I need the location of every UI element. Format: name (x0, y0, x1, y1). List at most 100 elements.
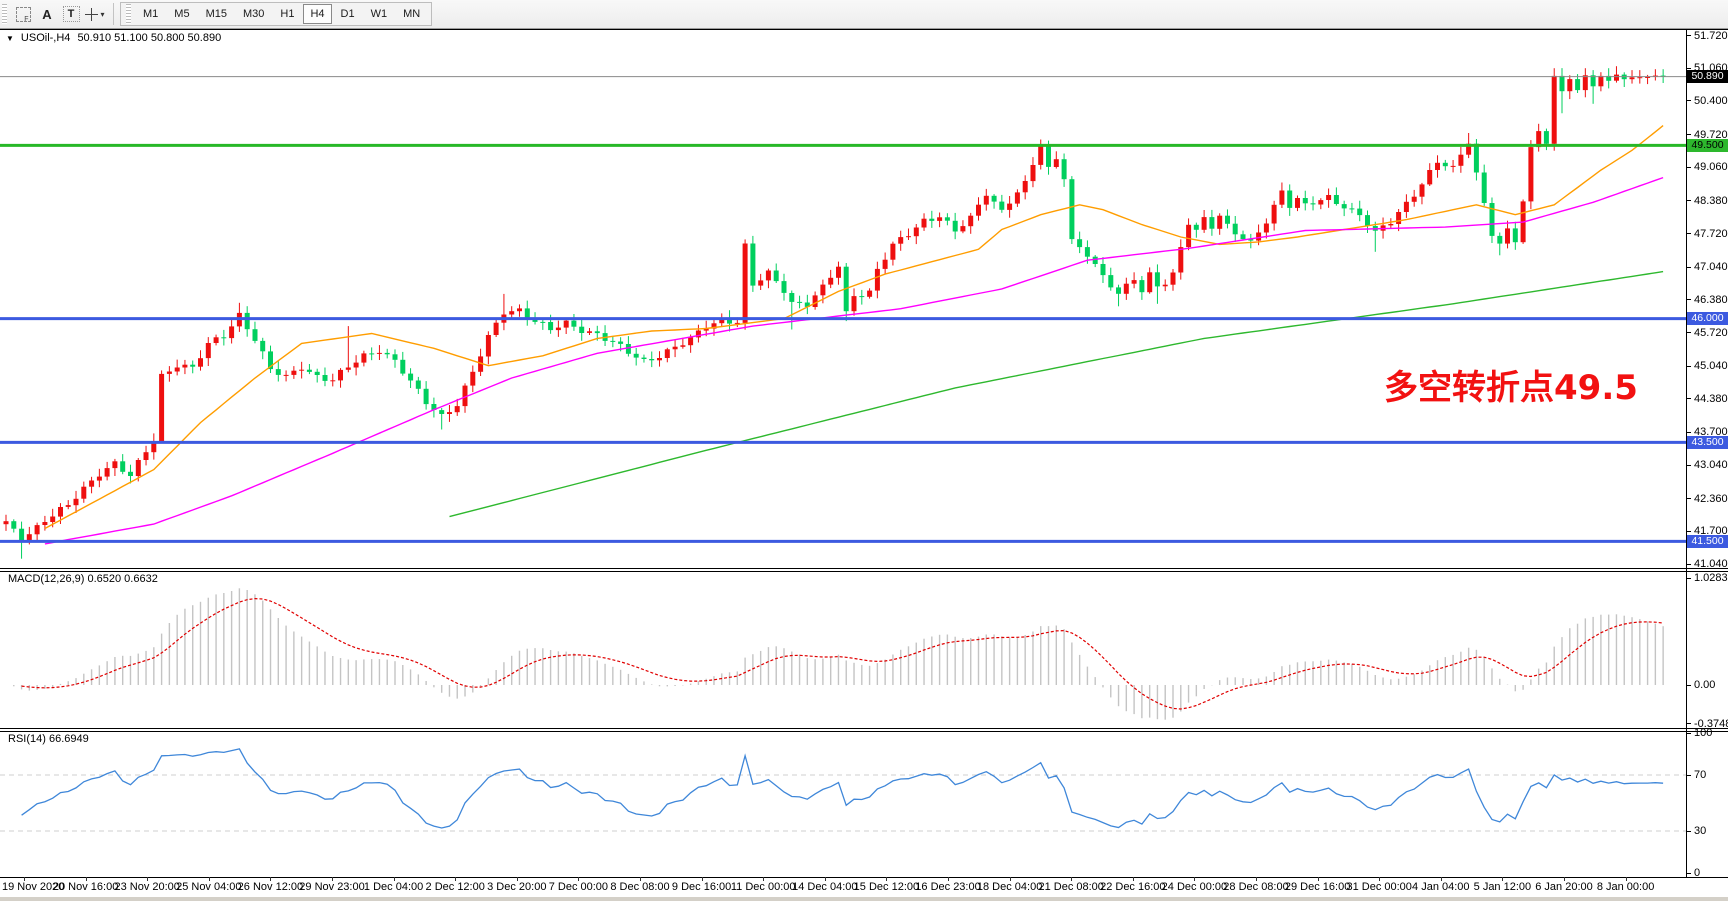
timeframe-button-MN[interactable]: MN (396, 4, 427, 24)
time-tick (702, 877, 703, 881)
time-axis-label: 11 Dec 00:00 (731, 881, 796, 893)
price-axis-label: 41.040 (1694, 558, 1728, 570)
macd-tick-dash (1687, 685, 1691, 686)
rsi-axis-label: 100 (1694, 727, 1712, 739)
price-tick-dash (1687, 398, 1691, 399)
time-tick (886, 877, 887, 881)
time-tick (763, 877, 764, 881)
time-axis-label: 8 Jan 00:00 (1597, 881, 1655, 893)
macd-axis-label: 0.00 (1694, 679, 1715, 691)
price-axis-label: 47.720 (1694, 228, 1728, 240)
timeframe-button-M1[interactable]: M1 (136, 4, 165, 24)
time-tick (86, 877, 87, 881)
time-axis-label: 26 Nov 12:00 (238, 881, 303, 893)
time-tick (1071, 877, 1072, 881)
timeframe-button-M30[interactable]: M30 (236, 4, 271, 24)
timeframe-button-H1[interactable]: H1 (273, 4, 301, 24)
time-tick (1256, 877, 1257, 881)
time-tick (948, 877, 949, 881)
price-tick-dash (1687, 35, 1691, 36)
time-tick (1564, 877, 1565, 881)
price-axis-label: 43.040 (1694, 459, 1728, 471)
price-tag-43.500: 43.500 (1687, 436, 1728, 449)
time-axis-label: 4 Jan 04:00 (1412, 881, 1470, 893)
time-tick (1502, 877, 1503, 881)
time-tick (332, 877, 333, 881)
time-tick (517, 877, 518, 881)
selection-box-icon[interactable]: F (13, 4, 33, 24)
chart-symbol-title: ▼ USOil-,H4 50.910 51.100 50.800 50.890 (6, 32, 221, 44)
toolbar-gripper[interactable] (2, 4, 7, 24)
rsi-canvas[interactable] (0, 732, 1686, 877)
timeframe-button-M15[interactable]: M15 (199, 4, 234, 24)
time-tick (1010, 877, 1011, 881)
time-axis-label: 23 Nov 20:00 (114, 881, 179, 893)
macd-histogram (6, 588, 1663, 719)
time-tick (825, 877, 826, 881)
time-axis-label: 7 Dec 00:00 (549, 881, 608, 893)
symbol-dropdown-icon[interactable]: ▼ (6, 32, 14, 44)
rsi-axis-label: 70 (1694, 769, 1706, 781)
time-axis-label: 3 Dec 20:00 (487, 881, 546, 893)
macd-tick-dash (1687, 578, 1691, 579)
time-tick (1379, 877, 1380, 881)
time-tick (24, 877, 25, 881)
time-axis-label: 8 Dec 08:00 (610, 881, 669, 893)
time-axis-label: 28 Dec 08:00 (1223, 881, 1288, 893)
time-tick (394, 877, 395, 881)
price-tick-dash (1687, 233, 1691, 234)
toolbar-separator (113, 3, 114, 25)
toolbar: F A T ▾ M1M5M15M30H1H4D1W1MN (0, 0, 1728, 29)
main-chart-canvas[interactable] (0, 30, 1686, 568)
cursor-mode-icon[interactable]: ▾ (85, 4, 105, 24)
rsi-tick-dash (1687, 873, 1691, 874)
price-tag-46.000: 46.000 (1687, 312, 1728, 325)
time-tick (1626, 877, 1627, 881)
pane-splitter-main-macd[interactable] (0, 568, 1728, 569)
rsi-bottom-border (0, 877, 1728, 878)
macd-indicator-label: MACD(12,26,9) 0.6520 0.6632 (8, 573, 158, 585)
timeframe-button-W1[interactable]: W1 (364, 4, 395, 24)
rsi-tick-dash (1687, 775, 1691, 776)
price-axis-label: 45.040 (1694, 360, 1728, 372)
time-axis-label: 25 Nov 04:00 (176, 881, 241, 893)
pane-splitter-macd-rsi[interactable] (0, 728, 1728, 729)
text-label-icon[interactable]: A (37, 4, 57, 24)
time-tick (455, 877, 456, 881)
price-tick-dash (1687, 68, 1691, 69)
rsi-tick-dash (1687, 733, 1691, 734)
price-tick-dash (1687, 100, 1691, 101)
time-tick (640, 877, 641, 881)
macd-canvas[interactable] (0, 572, 1686, 728)
chart-annotation-text[interactable]: 多空转折点49.5 (1384, 360, 1638, 409)
timeframe-toolbar: M1M5M15M30H1H4D1W1MN (120, 2, 432, 26)
time-axis-label: 6 Jan 20:00 (1535, 881, 1593, 893)
time-axis-label: 29 Nov 23:00 (299, 881, 364, 893)
price-axis-label: 48.380 (1694, 195, 1728, 207)
price-tick-dash (1687, 465, 1691, 466)
price-tag-49.500: 49.500 (1687, 139, 1728, 152)
time-axis-label: 24 Dec 00:00 (1162, 881, 1227, 893)
price-tick-dash (1687, 432, 1691, 433)
rsi-indicator-label: RSI(14) 66.6949 (8, 733, 89, 745)
price-tick-dash (1687, 167, 1691, 168)
crosshair-icon (85, 8, 98, 21)
timeframe-button-D1[interactable]: D1 (334, 4, 362, 24)
price-axis-label: 46.380 (1694, 294, 1728, 306)
timeframe-gripper[interactable] (126, 4, 131, 24)
timeframe-button-M5[interactable]: M5 (167, 4, 196, 24)
price-axis-label: 44.380 (1694, 393, 1728, 405)
price-axis-label: 49.060 (1694, 161, 1728, 173)
rsi-axis-label: 0 (1694, 867, 1700, 879)
price-axis-label: 45.720 (1694, 327, 1728, 339)
price-axis-label: 42.360 (1694, 493, 1728, 505)
price-tick-dash (1687, 200, 1691, 201)
macd-axis-label: 1.0283 (1694, 572, 1728, 584)
text-box-icon[interactable]: T (61, 4, 81, 24)
price-tick-dash (1687, 564, 1691, 565)
macd-signal-line (22, 599, 1664, 709)
time-axis-label: 18 Dec 04:00 (977, 881, 1042, 893)
price-axis-label: 47.040 (1694, 261, 1728, 273)
ohlc-values: 50.910 51.100 50.800 50.890 (77, 32, 221, 44)
timeframe-button-H4[interactable]: H4 (303, 4, 331, 24)
